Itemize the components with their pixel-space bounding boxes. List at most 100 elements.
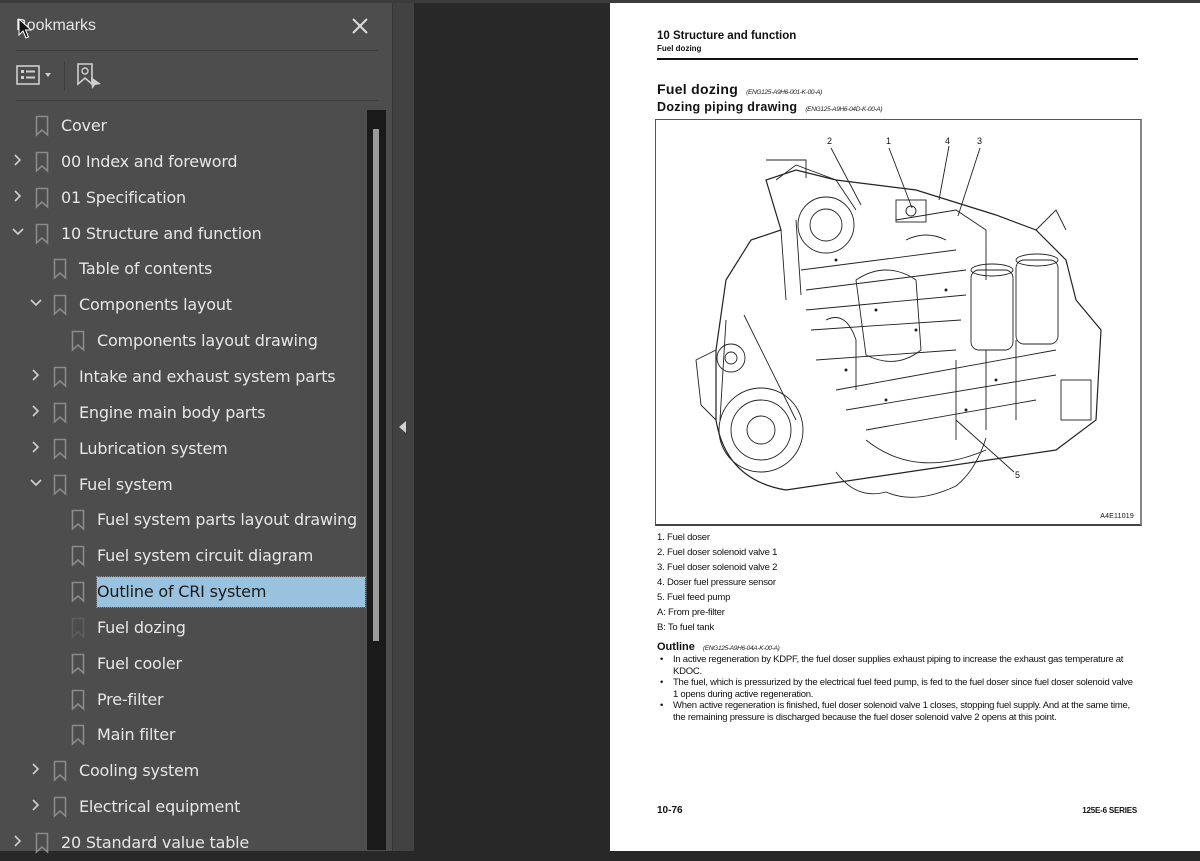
bookmark-label: Fuel system	[79, 474, 173, 494]
chevron-down-icon	[45, 73, 51, 77]
bookmark-label: Outline of CRI system	[96, 576, 366, 609]
bookmark-label: Cover	[61, 116, 107, 135]
bookmark-options-button[interactable]	[16, 63, 56, 87]
bookmark-item[interactable]: 10 Structure and function	[0, 216, 368, 252]
find-current-bookmark-button[interactable]	[76, 62, 104, 90]
outline-bullets: In active regeneration by KDPF, the fuel…	[657, 654, 1137, 724]
bookmark-label: Main filter	[97, 725, 176, 745]
bookmark-item[interactable]: Outline of CRI system	[0, 574, 368, 610]
outline-bullet: In active regeneration by KDPF, the fuel…	[657, 654, 1137, 677]
page-number: 10-76	[657, 805, 683, 816]
chevron-down-icon[interactable]	[11, 225, 25, 239]
legend-item: 3. Fuel doser solenoid valve 2	[657, 562, 778, 573]
find-current-bookmark-icon	[77, 63, 101, 89]
bookmark-item[interactable]: Electrical equipment	[0, 789, 368, 825]
legend-item: 5. Fuel feed pump	[657, 592, 731, 603]
bookmarks-panel: Bookmarks Cover 00 Index and foreword 01 S…	[0, 3, 392, 854]
bookmark-label: Table of contents	[79, 259, 213, 279]
bookmark-item[interactable]: Components layout drawing	[0, 323, 368, 359]
section-heading-text: Fuel dozing	[657, 81, 739, 97]
document-page: 10 Structure and function Fuel dozing Fu…	[610, 3, 1200, 851]
bookmark-item[interactable]: Cover	[0, 108, 368, 144]
chevron-down-icon[interactable]	[29, 476, 43, 490]
chevron-right-icon[interactable]	[29, 798, 43, 812]
bookmark-item[interactable]: Pre-filter	[0, 682, 368, 718]
bookmark-icon	[53, 402, 67, 424]
bookmark-icon	[53, 760, 67, 783]
bookmark-item[interactable]: Fuel dozing	[0, 610, 368, 646]
chevron-right-icon[interactable]	[11, 834, 25, 848]
series-label: 125E-6 SERIES	[1082, 806, 1137, 815]
bookmark-item[interactable]: Intake and exhaust system parts	[0, 359, 368, 395]
bookmark-icon	[71, 510, 85, 532]
bookmark-icon	[71, 617, 85, 639]
bookmark-item[interactable]: Engine main body parts	[0, 395, 368, 431]
chevron-right-icon[interactable]	[11, 153, 25, 167]
legend-item: 2. Fuel doser solenoid valve 1	[657, 547, 778, 558]
callout-label: 4	[945, 136, 951, 146]
bookmark-item[interactable]: Fuel system circuit diagram	[0, 538, 368, 574]
bookmark-label: Pre-filter	[97, 689, 164, 709]
bookmark-item[interactable]: 01 Specification	[0, 180, 368, 216]
bookmark-icon	[53, 474, 67, 496]
bookmark-item[interactable]: Table of contents	[0, 251, 368, 287]
bookmark-icon	[35, 223, 49, 245]
bookmark-item[interactable]: Fuel system parts layout drawing	[0, 502, 368, 538]
bookmark-label: Intake and exhaust system parts	[79, 366, 336, 386]
chevron-right-icon[interactable]	[29, 368, 43, 382]
bookmark-item[interactable]: 20 Standard value table	[0, 825, 368, 861]
callout-label: 3	[977, 136, 983, 146]
figure-legend: 1. Fuel doser 2. Fuel doser solenoid valv…	[657, 530, 777, 635]
bookmark-icon	[35, 115, 49, 137]
bookmark-label: Fuel dozing	[97, 617, 186, 637]
outline-heading: Outline (ENG125-A9H6-04A-K-00-A)	[657, 641, 780, 653]
bookmark-item[interactable]: Main filter	[0, 717, 368, 753]
bookmark-label: Fuel system circuit diagram	[97, 546, 314, 566]
collapse-panel-button[interactable]	[392, 3, 414, 851]
outline-heading-text: Outline	[657, 641, 695, 653]
bookmark-icon	[35, 151, 49, 173]
bookmark-icon	[71, 653, 85, 675]
bookmark-icon	[35, 187, 49, 209]
bookmark-label: Lubrication system	[79, 438, 228, 458]
bookmark-icon	[71, 545, 85, 567]
page-header-subtitle: Fuel dozing	[657, 44, 702, 53]
chevron-right-icon[interactable]	[29, 440, 43, 454]
bookmark-icon	[71, 330, 85, 352]
header-rule	[657, 58, 1138, 60]
close-icon	[352, 18, 368, 34]
bookmark-label: Electrical equipment	[79, 797, 241, 817]
bookmark-item[interactable]: Fuel cooler	[0, 646, 368, 682]
bookmark-item[interactable]: Fuel system	[0, 467, 368, 503]
callout-label: 5	[1015, 470, 1021, 480]
outline-bullet: The fuel, which is pressurized by the el…	[657, 677, 1137, 700]
bookmark-item[interactable]: 00 Index and foreword	[0, 144, 368, 180]
bookmarks-scrollbar[interactable]	[367, 110, 386, 850]
bookmark-item[interactable]: Components layout	[0, 287, 368, 323]
chevron-right-icon[interactable]	[11, 189, 25, 203]
collapse-panel-arrow-icon	[399, 421, 406, 433]
bookmark-icon	[53, 796, 67, 818]
legend-item: 1. Fuel doser	[657, 532, 710, 543]
bookmark-icon	[53, 294, 67, 317]
legend-item: A: From pre-filter	[657, 607, 725, 618]
outline-code: (ENG125-A9H6-04A-K-00-A)	[702, 645, 780, 652]
callout-label: 2	[827, 136, 833, 146]
bookmark-item[interactable]: Cooling system	[0, 753, 368, 789]
chevron-down-icon[interactable]	[29, 296, 43, 310]
close-panel-button[interactable]	[349, 15, 371, 37]
bookmark-label: 00 Index and foreword	[61, 151, 238, 171]
bookmark-icon	[71, 689, 85, 711]
bookmark-item[interactable]: Lubrication system	[0, 431, 368, 467]
bookmark-icon	[53, 259, 67, 281]
chevron-right-icon[interactable]	[29, 404, 43, 418]
bookmark-icon	[53, 438, 67, 460]
scrollbar-thumb[interactable]	[373, 129, 379, 641]
figure-id: A4E11019	[1100, 513, 1134, 520]
bookmark-label: 20 Standard value table	[61, 833, 250, 852]
bookmark-label: Cooling system	[79, 761, 200, 781]
bookmark-label: Engine main body parts	[79, 402, 266, 422]
chevron-right-icon[interactable]	[29, 762, 43, 776]
bookmark-icon	[71, 725, 85, 747]
subsection-code: (ENG125-A9H6-04D-K-00-A)	[805, 106, 883, 113]
